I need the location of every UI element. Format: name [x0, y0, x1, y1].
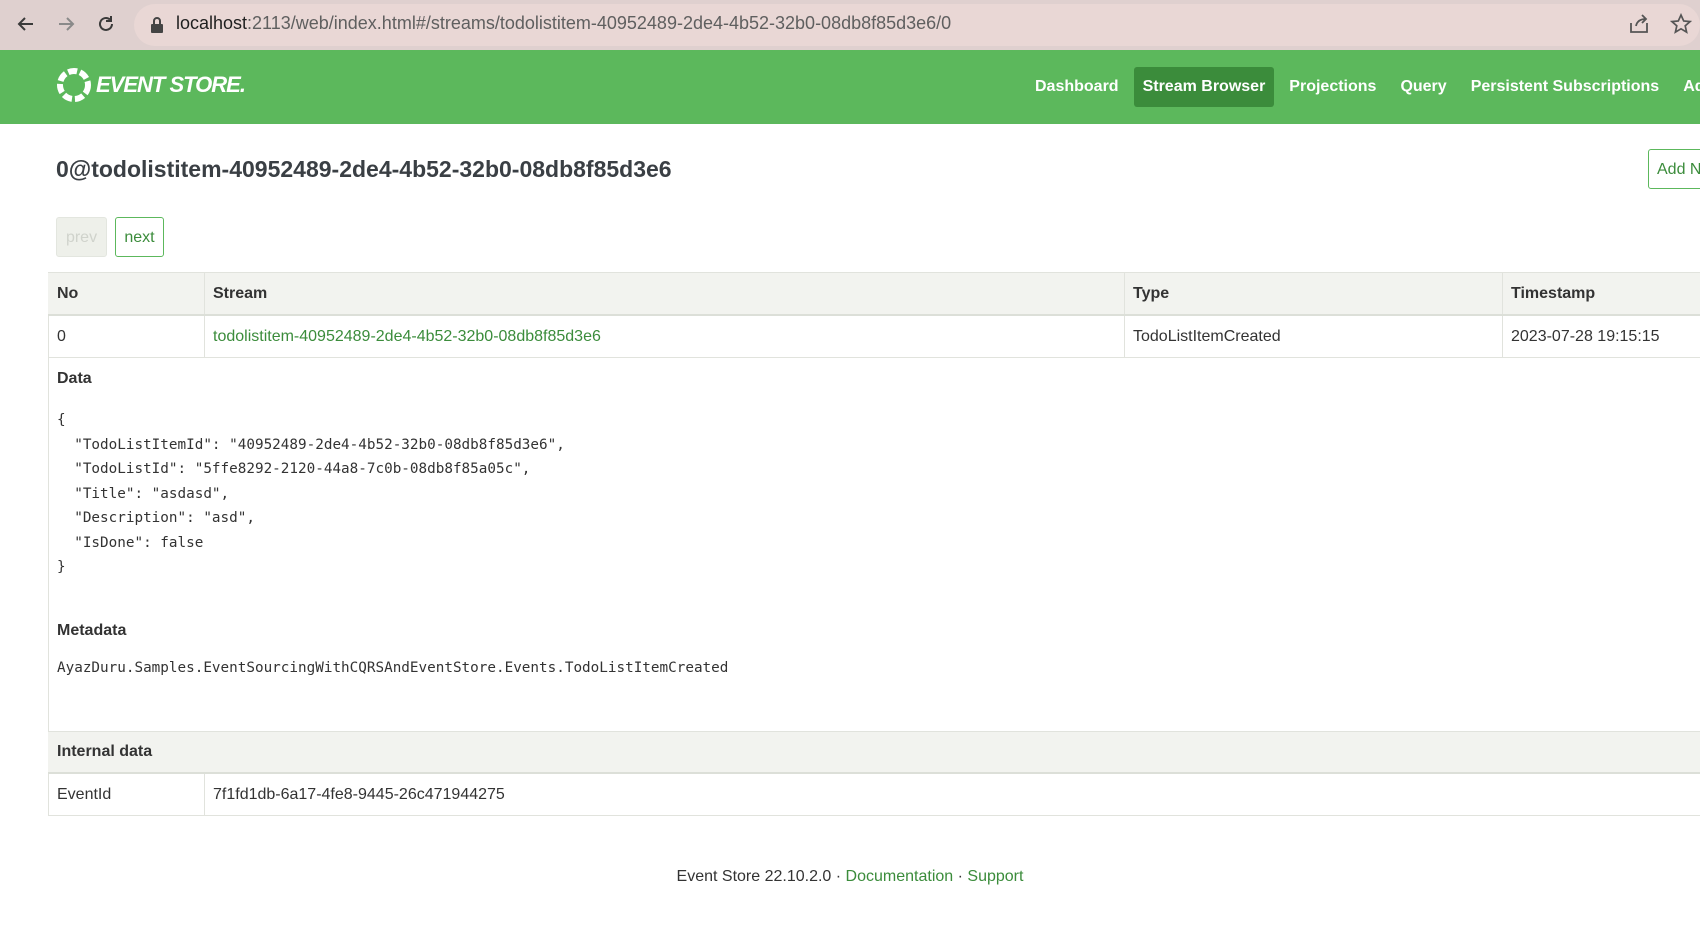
next-button[interactable]: next [115, 217, 164, 257]
header-type: Type [1133, 284, 1170, 302]
url-host: localhost [176, 13, 248, 33]
menu-admin[interactable]: Admi [1674, 67, 1700, 107]
menu-projections[interactable]: Projections [1280, 67, 1385, 107]
menu-query[interactable]: Query [1391, 67, 1455, 107]
menu-stream-browser[interactable]: Stream Browser [1133, 67, 1275, 107]
internal-data-header: Internal data [48, 731, 1700, 774]
internal-data-row: EventId 7f1fd1db-6a17-4fe8-9445-26c47194… [48, 774, 1700, 816]
menu-persistent-subscriptions[interactable]: Persistent Subscriptions [1462, 67, 1669, 107]
prev-button[interactable]: prev [56, 217, 107, 257]
forward-arrow-icon[interactable] [52, 10, 80, 38]
main-menu: Dashboard Stream Browser Projections Que… [1026, 67, 1700, 107]
event-store-logo[interactable]: EVENT STORE. [56, 66, 246, 104]
lock-icon[interactable] [150, 16, 164, 39]
stream-link[interactable]: todolistitem-40952489-2de4-4b52-32b0-08d… [204, 316, 1124, 357]
metadata-label: Metadata [57, 622, 127, 639]
header-no: No [57, 284, 79, 302]
cell-no: 0 [57, 327, 66, 345]
metadata-value: AyazDuru.Samples.EventSourcingWithCQRSAn… [57, 660, 729, 676]
reload-icon[interactable] [92, 10, 120, 38]
logo-text: EVENT STORE. [96, 72, 246, 97]
url-text[interactable]: localhost:2113/web/index.html#/streams/t… [176, 13, 951, 34]
bookmark-star-icon[interactable] [1669, 12, 1693, 40]
header-timestamp: Timestamp [1511, 284, 1596, 302]
event-id-value: 7f1fd1db-6a17-4fe8-9445-26c471944275 [213, 785, 505, 803]
add-new-button[interactable]: Add N [1648, 149, 1700, 189]
table-header-row: No Stream Type Timestamp [48, 272, 1700, 316]
page-title: 0@todolistitem-40952489-2de4-4b52-32b0-0… [56, 156, 672, 182]
footer-version: Event Store 22.10.2.0 · [676, 868, 846, 885]
footer-separator: · [953, 868, 968, 885]
internal-data-label: Internal data [57, 743, 153, 760]
data-label: Data [57, 370, 92, 387]
back-arrow-icon[interactable] [12, 10, 40, 38]
event-id-key: EventId [57, 785, 112, 803]
support-link[interactable]: Support [967, 868, 1023, 885]
logo-icon [57, 68, 91, 102]
header-stream: Stream [213, 284, 268, 302]
event-data-json: { "TodoListItemId": "40952489-2de4-4b52-… [57, 412, 565, 575]
cell-timestamp: 2023-07-28 19:15:15 [1511, 327, 1660, 345]
menu-dashboard[interactable]: Dashboard [1026, 67, 1128, 107]
cell-type: TodoListItemCreated [1133, 327, 1281, 345]
table-row: 0 todolistitem-40952489-2de4-4b52-32b0-0… [48, 316, 1700, 358]
url-path: :2113/web/index.html#/streams/todolistit… [247, 13, 952, 33]
documentation-link[interactable]: Documentation [846, 868, 954, 885]
share-icon[interactable] [1628, 14, 1650, 39]
footer: Event Store 22.10.2.0 · Documentation · … [0, 868, 1700, 886]
